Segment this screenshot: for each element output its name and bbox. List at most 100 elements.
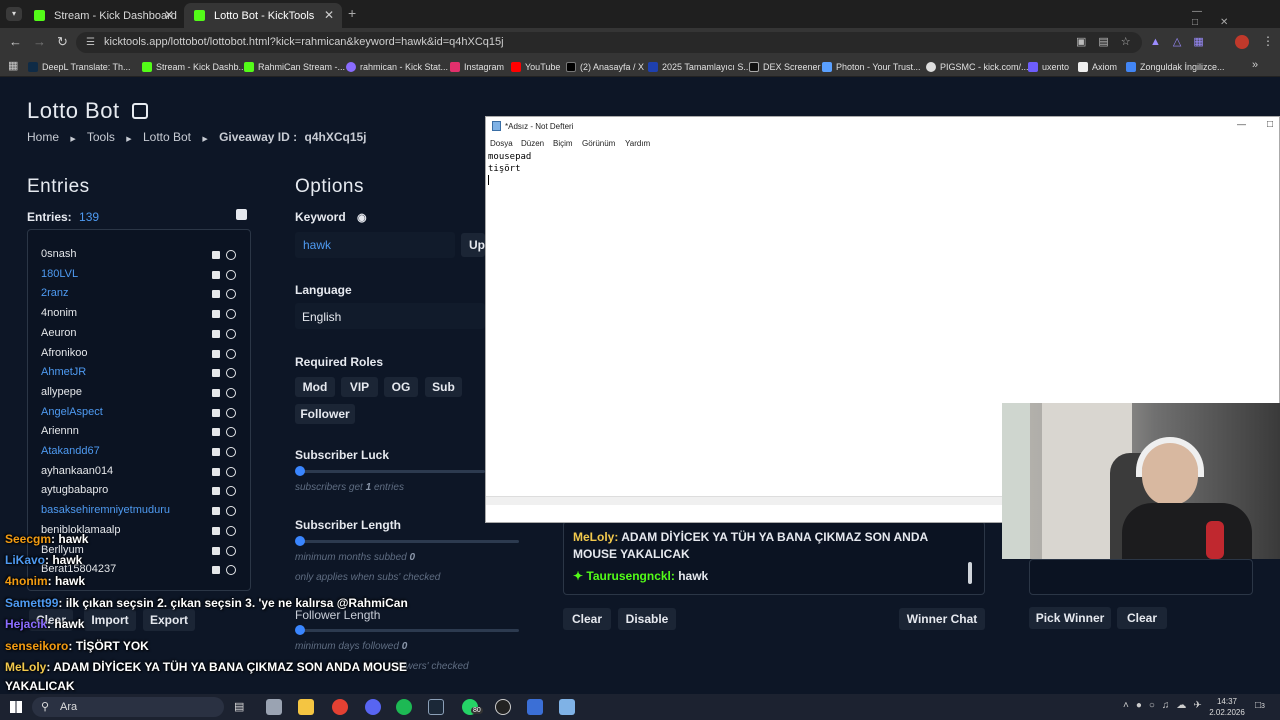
menu-gorunum[interactable]: Görünüm bbox=[582, 139, 615, 148]
role-sub-toggle[interactable]: Sub bbox=[425, 377, 462, 397]
bookmark-instagram[interactable]: Instagram bbox=[450, 58, 504, 75]
language-select[interactable]: English bbox=[295, 303, 485, 329]
subscriber-luck-slider[interactable] bbox=[299, 470, 485, 473]
bookmark-kick-stats[interactable]: rahmican - Kick Stat... bbox=[346, 58, 448, 75]
taskbar-search[interactable]: ⚲ Ara bbox=[32, 697, 224, 717]
bookmark-youtube[interactable]: YouTube bbox=[511, 58, 560, 75]
remove-entry-icon[interactable] bbox=[212, 408, 220, 417]
pick-winner-button[interactable]: Pick Winner bbox=[1029, 607, 1111, 629]
remove-entry-icon[interactable] bbox=[212, 526, 220, 535]
ban-entry-icon[interactable] bbox=[226, 250, 236, 260]
window-controls[interactable]: —□✕ bbox=[1192, 6, 1280, 28]
windows-start-icon[interactable] bbox=[10, 701, 22, 713]
role-follower-toggle[interactable]: Follower bbox=[295, 404, 355, 424]
profile-avatar[interactable] bbox=[1235, 35, 1249, 49]
remove-entry-icon[interactable] bbox=[212, 467, 220, 476]
bookmark-rahmican-stream[interactable]: RahmiCan Stream -... bbox=[244, 58, 345, 75]
tab-list-button[interactable]: ▾ bbox=[6, 7, 22, 21]
notepad-titlebar[interactable]: *Adsız - Not Defteri — □ bbox=[486, 117, 1279, 135]
ban-entry-icon[interactable] bbox=[226, 447, 236, 457]
bookmark-kick-dashboard[interactable]: Stream - Kick Dashb... bbox=[142, 58, 246, 75]
chat-disable-button[interactable]: Disable bbox=[618, 608, 676, 630]
ban-entry-icon[interactable] bbox=[226, 348, 236, 359]
ban-entry-icon[interactable] bbox=[226, 466, 236, 477]
tab-kick-dashboard[interactable]: Stream - Kick Dashboard ✕ bbox=[24, 3, 182, 28]
ban-entry-icon[interactable] bbox=[226, 387, 236, 398]
ban-entry-icon[interactable] bbox=[226, 269, 236, 280]
discord-icon[interactable] bbox=[365, 699, 381, 715]
forward-icon[interactable]: → bbox=[33, 34, 46, 49]
remove-entry-icon[interactable] bbox=[212, 507, 220, 516]
remove-entry-icon[interactable] bbox=[212, 369, 220, 378]
remove-entry-icon[interactable] bbox=[212, 487, 220, 496]
role-og-toggle[interactable]: OG bbox=[384, 377, 418, 397]
breadcrumb-home[interactable]: Home bbox=[27, 130, 59, 144]
bookmark-tamamlayici[interactable]: 2025 Tamamlayıcı S... bbox=[648, 58, 751, 75]
steam-icon[interactable] bbox=[428, 699, 444, 715]
bookmark-dex-screener[interactable]: DEX Screener bbox=[749, 58, 821, 75]
file-explorer-icon[interactable] bbox=[298, 699, 314, 715]
obs-icon[interactable] bbox=[495, 699, 511, 715]
site-info-icon[interactable]: ☰ bbox=[86, 32, 95, 53]
remove-entry-icon[interactable] bbox=[212, 428, 220, 437]
menu-bicim[interactable]: Biçim bbox=[553, 139, 573, 148]
menu-dosya[interactable]: Dosya bbox=[490, 139, 513, 148]
remove-entry-icon[interactable] bbox=[212, 546, 220, 555]
more-bookmarks-icon[interactable]: » bbox=[1252, 59, 1258, 71]
entries-import-button[interactable]: Import bbox=[84, 609, 136, 631]
entries-export-button[interactable]: Export bbox=[143, 609, 195, 631]
bookmark-axiom[interactable]: Axiom bbox=[1078, 58, 1117, 75]
keyword-input[interactable]: hawk bbox=[295, 232, 455, 258]
menu-duzen[interactable]: Düzen bbox=[521, 139, 544, 148]
chat-clear-button[interactable]: Clear bbox=[563, 608, 611, 630]
breadcrumb-tools[interactable]: Tools bbox=[87, 130, 115, 144]
tab-lotto-bot[interactable]: Lotto Bot - KickTools ✕ bbox=[184, 3, 342, 28]
bookmark-pigsmc[interactable]: PIGSMC - kick.com/... bbox=[926, 58, 1029, 75]
subscriber-luck-knob[interactable] bbox=[295, 466, 305, 476]
apps-icon[interactable]: ▦ bbox=[8, 59, 18, 72]
remove-entry-icon[interactable] bbox=[212, 270, 220, 279]
role-mod-toggle[interactable]: Mod bbox=[295, 377, 335, 397]
close-icon[interactable]: ✕ bbox=[164, 8, 174, 22]
bookmark-x[interactable]: (2) Anasayfa / X bbox=[566, 58, 644, 75]
remove-entry-icon[interactable] bbox=[212, 329, 220, 338]
maximize-icon[interactable]: □ bbox=[1267, 119, 1273, 130]
subscriber-length-slider[interactable] bbox=[299, 540, 519, 543]
ban-entry-icon[interactable] bbox=[226, 407, 236, 418]
notepad-text-area[interactable]: mousepad tişört bbox=[488, 151, 998, 496]
app-icon[interactable] bbox=[527, 699, 543, 715]
menu-icon[interactable]: ⋮ bbox=[1262, 34, 1274, 48]
ban-entry-icon[interactable] bbox=[226, 545, 236, 556]
bookmark-zonguldak[interactable]: Zonguldak İngilizce... bbox=[1126, 58, 1225, 75]
eye-icon[interactable]: ◉ bbox=[357, 212, 367, 224]
minimize-icon[interactable]: — bbox=[1237, 119, 1246, 129]
extensions-icon[interactable]: ▲△▦ bbox=[1150, 35, 1216, 48]
bookmark-deepl[interactable]: DeepL Translate: Th... bbox=[28, 58, 131, 75]
ban-entry-icon[interactable] bbox=[226, 525, 236, 536]
address-bar[interactable]: ☰ kicktools.app/lottobot/lottobot.html?k… bbox=[76, 32, 1142, 53]
follower-length-knob[interactable] bbox=[295, 625, 305, 635]
spotify-icon[interactable] bbox=[396, 699, 412, 715]
task-view-icon[interactable]: ▤ bbox=[234, 700, 244, 713]
clock[interactable]: 14:37 2.02.2026 bbox=[1203, 696, 1251, 718]
notifications-icon[interactable]: □3 bbox=[1255, 700, 1265, 711]
remove-entry-icon[interactable] bbox=[212, 251, 220, 259]
winner-clear-button[interactable]: Clear bbox=[1117, 607, 1167, 629]
extension-icons[interactable]: ▣▤☆ bbox=[1076, 35, 1143, 48]
tray-icons[interactable]: ˄●○♫☁✈ bbox=[1123, 700, 1209, 711]
remove-entry-icon[interactable] bbox=[212, 448, 220, 456]
chat-scrollbar[interactable] bbox=[968, 562, 972, 584]
remove-entry-icon[interactable] bbox=[212, 290, 220, 299]
winner-chat-button[interactable]: Winner Chat bbox=[899, 608, 985, 630]
chrome-icon[interactable] bbox=[332, 699, 348, 715]
role-vip-toggle[interactable]: VIP bbox=[341, 377, 378, 397]
update-keyword-button[interactable]: Up bbox=[461, 233, 485, 257]
subscriber-length-knob[interactable] bbox=[295, 536, 305, 546]
menu-yardim[interactable]: Yardım bbox=[625, 139, 650, 148]
app-icon[interactable] bbox=[266, 699, 282, 715]
remove-entry-icon[interactable] bbox=[212, 388, 220, 397]
remove-entry-icon[interactable] bbox=[212, 349, 220, 358]
remove-entry-icon[interactable] bbox=[212, 310, 220, 319]
follower-length-slider[interactable] bbox=[299, 629, 519, 632]
copy-icon[interactable] bbox=[236, 209, 247, 220]
